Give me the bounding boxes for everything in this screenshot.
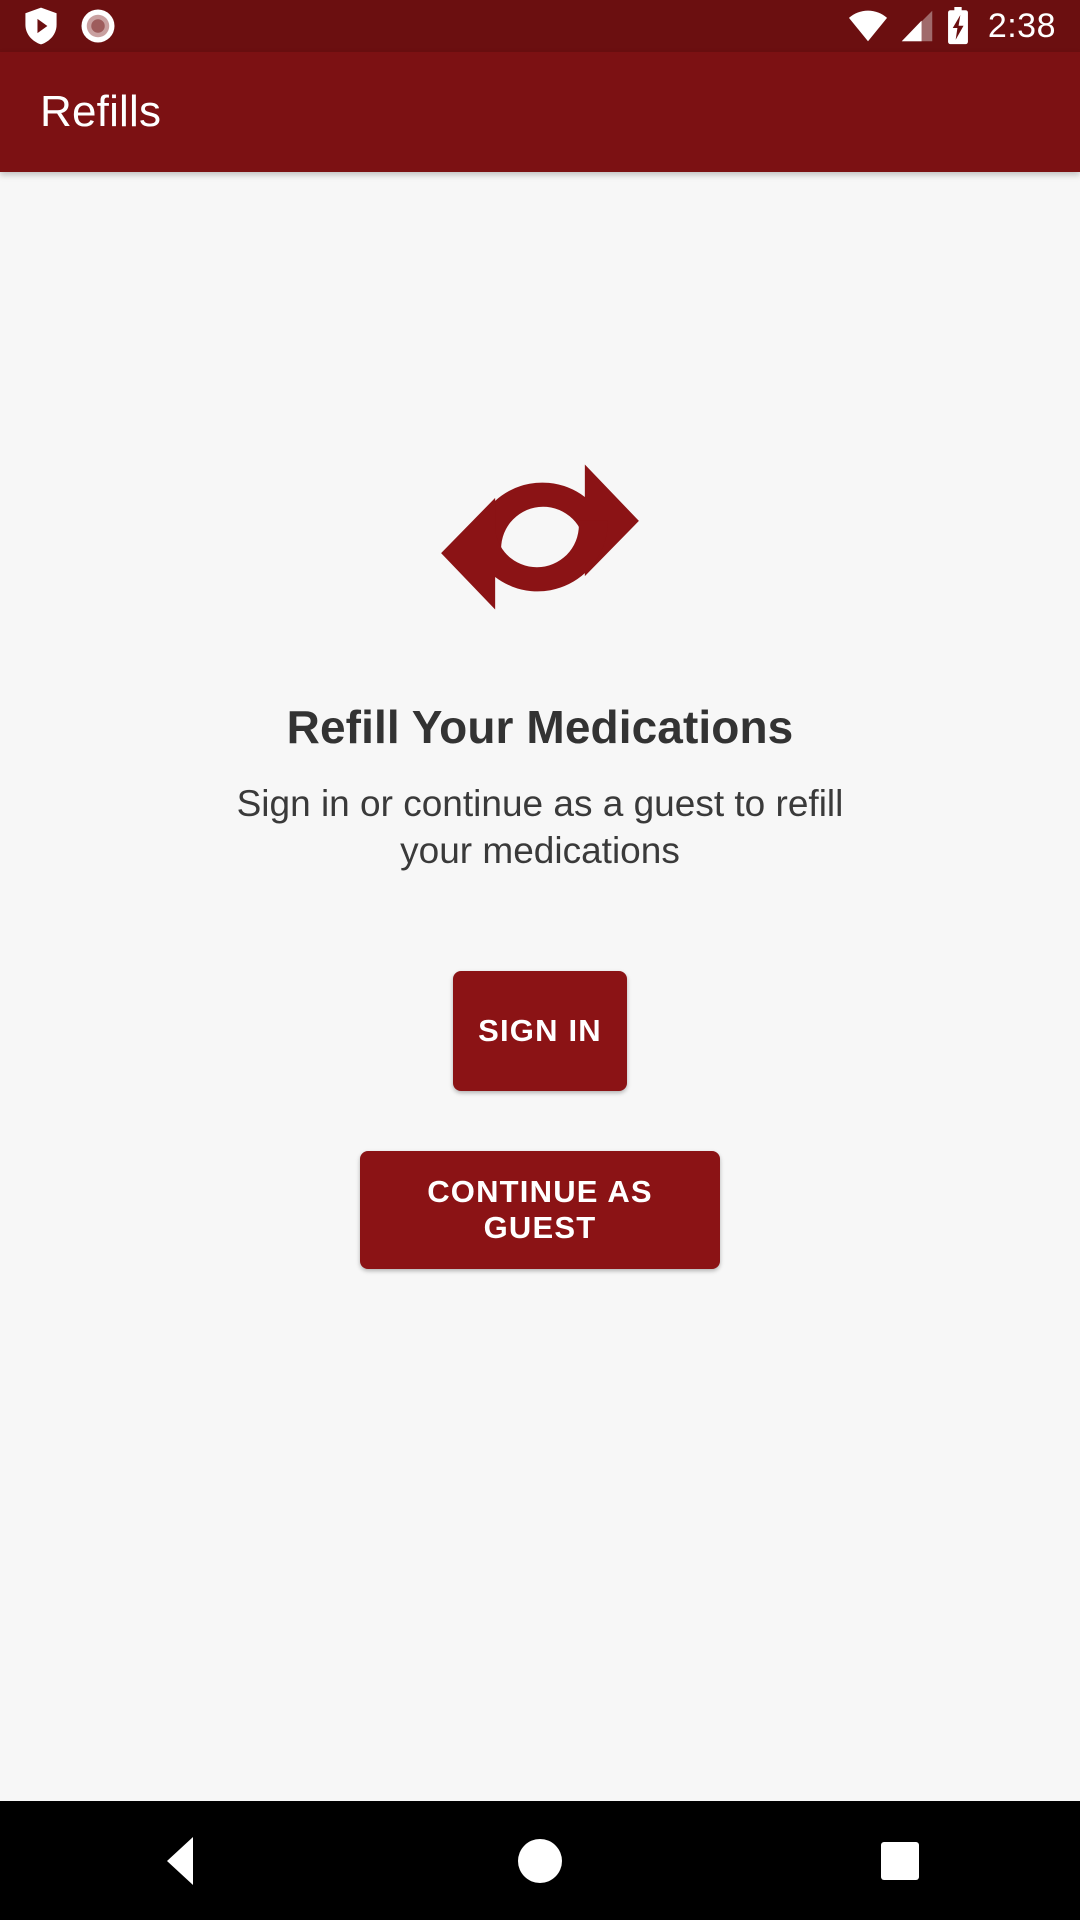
- sign-in-button[interactable]: SIGN IN: [453, 970, 627, 1091]
- nav-recents-button[interactable]: [720, 1801, 1080, 1920]
- screen-record-icon: [80, 8, 116, 44]
- android-screen: 2:38 Refills Refill Your Medications Sig…: [0, 0, 1080, 1920]
- battery-charging-icon: [946, 7, 970, 45]
- page-headline: Refill Your Medications: [286, 701, 794, 753]
- main-content: Refill Your Medications Sign in or conti…: [0, 172, 1080, 1745]
- play-protect-shield-icon: [24, 7, 58, 45]
- app-bar: Refills: [0, 52, 1080, 172]
- cellular-signal-icon: [898, 10, 936, 42]
- continue-as-guest-button[interactable]: CONTINUE AS GUEST: [360, 1150, 720, 1269]
- home-circle-icon: [518, 1838, 562, 1883]
- back-triangle-icon: [167, 1836, 193, 1885]
- recents-square-icon: [881, 1841, 919, 1880]
- wifi-icon: [848, 10, 888, 42]
- status-bar-left-icons: [24, 7, 116, 45]
- status-bar-right-icons: 2:38: [848, 7, 1056, 45]
- system-navigation-bar: [0, 1801, 1080, 1920]
- app-bar-title: Refills: [40, 87, 162, 136]
- refresh-cycle-icon: [425, 422, 655, 652]
- page-subtitle: Sign in or continue as a guest to refill…: [236, 783, 844, 872]
- nav-back-button[interactable]: [0, 1801, 360, 1920]
- status-bar: 2:38: [0, 0, 1080, 52]
- nav-home-button[interactable]: [360, 1801, 720, 1920]
- status-bar-clock: 2:38: [987, 7, 1056, 45]
